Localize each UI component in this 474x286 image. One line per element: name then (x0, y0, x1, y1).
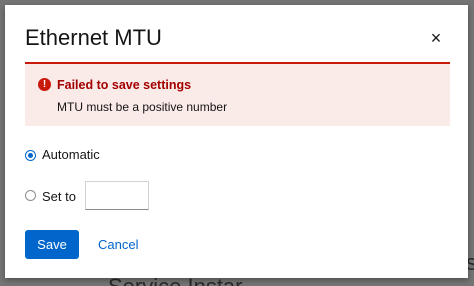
set-to-label[interactable]: Set to (42, 189, 76, 205)
dialog-title: Ethernet MTU (25, 25, 162, 50)
error-alert: ! Failed to save settings MTU must be a … (25, 62, 450, 126)
cancel-button[interactable]: Cancel (90, 230, 146, 259)
set-to-radio[interactable] (25, 190, 36, 201)
automatic-radio[interactable] (25, 150, 36, 161)
ethernet-mtu-dialog: Ethernet MTU × ! Failed to save settings… (5, 5, 468, 278)
automatic-label[interactable]: Automatic (42, 147, 100, 163)
alert-title: Failed to save settings (57, 78, 192, 92)
save-button[interactable]: Save (25, 230, 79, 259)
mtu-value-input[interactable] (85, 181, 149, 210)
alert-message: MTU must be a positive number (57, 100, 228, 114)
exclamation-circle-icon: ! (38, 78, 51, 91)
close-icon[interactable]: × (426, 28, 446, 48)
